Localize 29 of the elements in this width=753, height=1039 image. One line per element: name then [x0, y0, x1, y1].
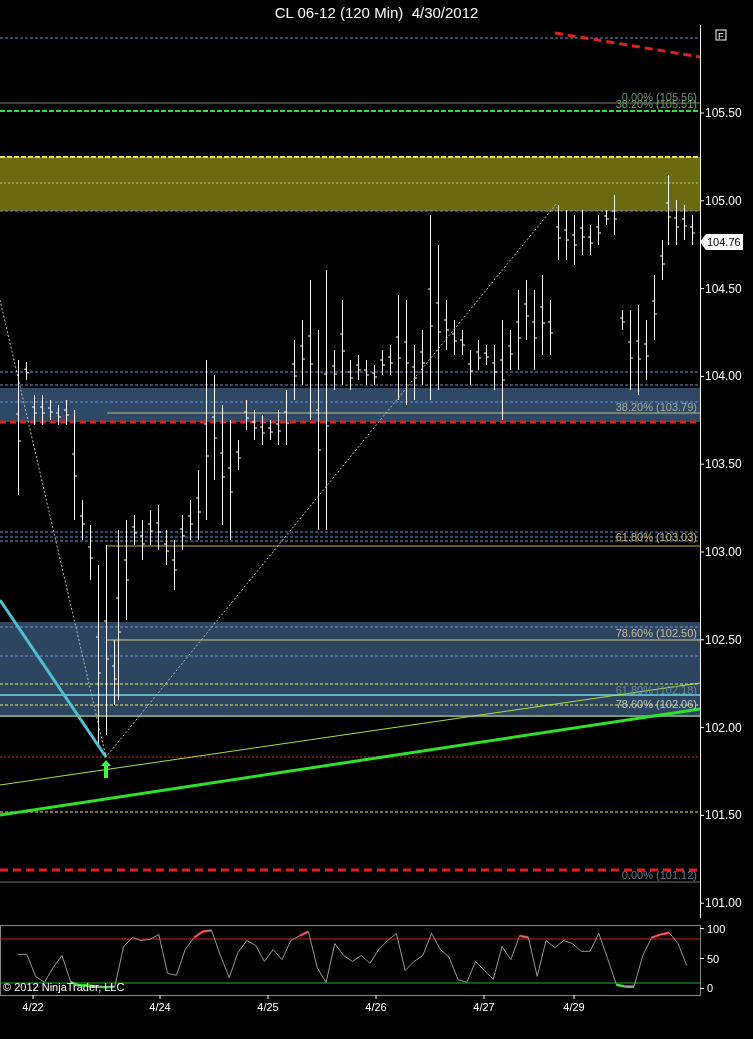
price-axis-label: 105.00: [705, 193, 742, 208]
price-axis-label: 102.50: [705, 632, 742, 647]
price-axis-label: 101.00: [705, 896, 742, 911]
chart-title: CL 06-12 (120 Min) 4/30/2012: [273, 3, 480, 23]
date-axis-label: 4/24: [149, 1001, 171, 1013]
price-axis-label: 102.00: [705, 720, 742, 735]
fib-level-label: 0.00% (101.12): [621, 869, 697, 881]
price-axis-label: 103.00: [705, 545, 742, 559]
price-axis-label: 105.50: [705, 106, 742, 120]
date-axis-label: 4/25: [257, 1001, 279, 1013]
date-axis-label: 4/22: [22, 1001, 44, 1013]
indicator-axis-label: 0: [707, 982, 714, 995]
copyright-text: © 2012 NinjaTrader, LLC: [3, 981, 125, 993]
price-axis-label: 104.50: [705, 281, 742, 296]
last-price-tag: 104.76: [700, 234, 743, 250]
price-axis-label: 104.00: [705, 369, 742, 384]
fib-level-label: 61.80% (102.18): [615, 684, 697, 696]
price-axis-label: 103.50: [705, 457, 742, 472]
price-axis-label: 101.50: [705, 808, 742, 823]
fib-level-label: 78.60% (102.50): [615, 627, 697, 639]
date-axis-label: 4/29: [563, 1001, 585, 1013]
fib-level-label: 61.80% (103.03): [615, 531, 697, 543]
up-arrow-icon: [101, 760, 111, 778]
date-axis-label: 4/26: [365, 1001, 387, 1013]
date-axis-label: 4/27: [473, 1001, 495, 1013]
indicator-axis-label: 100: [707, 922, 726, 935]
fib-level-label: 38.20% (103.79): [615, 401, 697, 413]
flag-label: F: [718, 31, 724, 41]
indicator-axis-label: 50: [707, 952, 720, 965]
